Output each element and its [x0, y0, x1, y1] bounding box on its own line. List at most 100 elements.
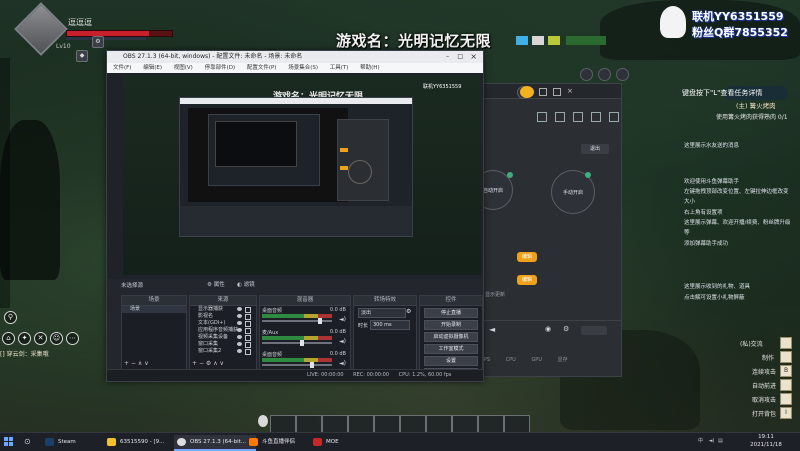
speaker-icon[interactable]: ◄) [339, 338, 346, 345]
hotbar-slot[interactable] [296, 415, 322, 433]
windows-start-icon[interactable] [4, 437, 14, 447]
volume-fader[interactable] [262, 364, 332, 366]
menu-view[interactable]: 视图(V) [174, 63, 193, 73]
up-icon[interactable]: ∧ [213, 360, 217, 367]
network-icon[interactable]: ▤ [718, 438, 723, 444]
hotbar-slot[interactable] [270, 415, 296, 433]
volume-fader[interactable] [262, 342, 332, 344]
star-icon[interactable] [616, 68, 629, 81]
add-icon[interactable]: + [192, 360, 197, 367]
stop-stream-button[interactable]: 停止直播 [424, 308, 478, 318]
toolbar-screen-icon[interactable] [532, 36, 544, 45]
add-icon[interactable]: + [124, 360, 129, 367]
close-icon[interactable]: × [470, 51, 477, 63]
source-item[interactable]: 视频采集设备 [190, 334, 256, 341]
toolbar-share-icon[interactable] [516, 36, 528, 45]
source-item[interactable]: 窗口采集 [190, 341, 256, 348]
menu-docks[interactable]: 停靠部件(D) [205, 63, 236, 73]
gear-icon[interactable]: ⚙ [406, 308, 411, 315]
fader-knob[interactable] [310, 362, 314, 368]
volume-icon[interactable]: ◄) [709, 438, 715, 444]
exit-button[interactable]: 退出 [581, 144, 609, 154]
eye-icon[interactable] [237, 321, 242, 325]
edit-icon[interactable] [609, 112, 619, 122]
source-item[interactable]: 应用程序音频捕获 [190, 327, 256, 334]
up-icon[interactable]: ∧ [138, 360, 142, 367]
eye-icon[interactable] [237, 335, 242, 339]
menu-help[interactable]: 帮助(H) [360, 63, 379, 73]
speaker-icon[interactable]: ◄) [339, 316, 346, 323]
eye-icon[interactable] [237, 314, 242, 318]
speaker-icon[interactable]: ◄ [489, 325, 495, 334]
settings-button[interactable]: 设置 [424, 356, 478, 366]
taskbar-app-obs[interactable]: OBS 27.1.3 (64-bit... [174, 435, 256, 451]
hotbar-slot[interactable] [426, 415, 452, 433]
edit-button-2[interactable]: 编辑 [517, 275, 537, 285]
ime-indicator[interactable]: 中 [698, 438, 703, 444]
speaker-icon[interactable]: ◄) [339, 360, 346, 367]
hotbar-slot[interactable] [504, 415, 530, 433]
user-icon[interactable] [591, 112, 601, 122]
close-icon[interactable]: ✕ [34, 332, 47, 345]
source-item[interactable]: 影视名 [190, 313, 256, 320]
source-item[interactable]: 显示器捕获 [190, 306, 256, 313]
close-icon[interactable]: × [567, 87, 573, 95]
hotbar-slot[interactable] [322, 415, 348, 433]
toolbar-lang-icon[interactable] [548, 36, 560, 45]
settings-icon[interactable]: ⚙ [206, 360, 211, 367]
edit-button-1[interactable]: 编辑 [517, 252, 537, 262]
eye-icon[interactable] [237, 328, 242, 332]
bell-icon[interactable] [573, 112, 583, 122]
source-item[interactable]: 窗口采集2 [190, 348, 256, 355]
search-icon[interactable]: ⊙ [24, 437, 31, 446]
virtual-camera-button[interactable]: 启动虚拟摄像机 [424, 332, 478, 342]
menu-file[interactable]: 文件(F) [113, 63, 131, 73]
studio-mode-button[interactable]: 工作室模式 [424, 344, 478, 354]
taskbar-app-moe[interactable]: MOE [310, 435, 376, 449]
hotbar-slot[interactable] [348, 415, 374, 433]
restore-icon[interactable] [553, 88, 561, 96]
hotbar-slot[interactable] [400, 415, 426, 433]
gear-icon[interactable]: ⚙ [563, 325, 569, 333]
fader-knob[interactable] [318, 318, 322, 324]
taskbar-app-douyu[interactable]: 斗鱼直播伴侣 [246, 435, 320, 449]
menu-tools[interactable]: 工具(T) [330, 63, 349, 73]
duration-input[interactable]: 300 ms [370, 320, 410, 330]
home-icon[interactable]: ⌂ [2, 332, 15, 345]
maximize-icon[interactable]: □ [457, 51, 463, 63]
minimize-icon[interactable]: – [446, 51, 449, 63]
lock-icon[interactable] [245, 349, 251, 355]
remove-icon[interactable]: − [199, 360, 204, 367]
overlay-action-button[interactable] [581, 326, 607, 335]
window-square-icon[interactable] [539, 88, 547, 96]
start-recording-button[interactable]: 开始录制 [424, 320, 478, 330]
filters-button[interactable]: ◐ 滤镜 [237, 280, 255, 288]
emote-icon[interactable]: ☺ [50, 332, 63, 345]
settings-icon[interactable]: ⚙ [92, 36, 104, 48]
down-icon[interactable]: ∨ [144, 360, 148, 367]
pin-icon[interactable] [580, 68, 593, 81]
source-item[interactable]: 文本(GDI+) [190, 320, 256, 327]
scene-item[interactable]: 场景 [122, 306, 186, 313]
eye-icon[interactable] [237, 307, 242, 311]
menu-profile[interactable]: 配置文件(P) [247, 63, 277, 73]
eye-icon[interactable] [237, 349, 242, 353]
transition-select[interactable]: 淡出 [358, 308, 406, 318]
up-arrow-icon[interactable] [598, 68, 611, 81]
gift-icon[interactable] [537, 112, 547, 122]
menu-edit[interactable]: 编辑(E) [143, 63, 162, 73]
fader-knob[interactable] [300, 340, 304, 346]
eye-icon[interactable] [237, 342, 242, 346]
remove-icon[interactable]: − [131, 360, 136, 367]
hotbar-slot[interactable] [374, 415, 400, 433]
eye-icon[interactable]: ◉ [545, 325, 551, 333]
down-icon[interactable]: ∨ [220, 360, 224, 367]
action-icon[interactable]: ✦ [18, 332, 31, 345]
taskbar-clock[interactable]: 19:11 2021/11/18 [740, 433, 792, 449]
compass-icon[interactable]: ⚲ [4, 311, 17, 324]
obs-preview[interactable]: 游戏名：光明记忆无限 联机YY6351559 [123, 75, 481, 275]
hotbar-slot[interactable] [452, 415, 478, 433]
properties-button[interactable]: ⚙ 属性 [207, 280, 225, 288]
taskbar-app-yy[interactable]: 63515590 - [9... [104, 435, 184, 449]
hotbar-slot[interactable] [478, 415, 504, 433]
